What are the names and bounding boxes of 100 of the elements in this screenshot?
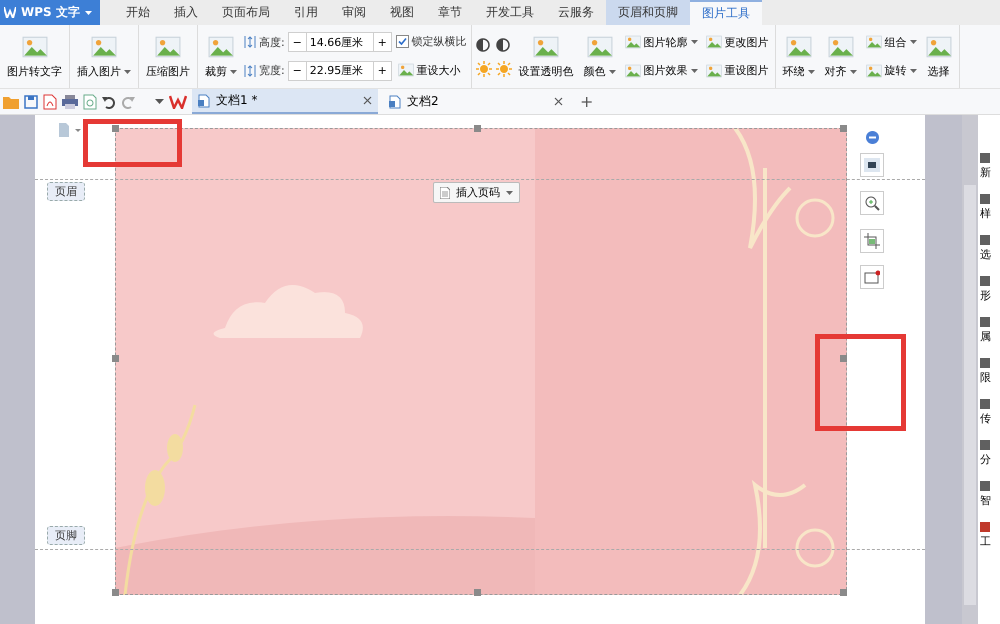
ribbon-button[interactable]: 旋转 [864,62,919,80]
side-panel-item[interactable]: 形 [978,276,1000,303]
resize-handle[interactable] [474,589,481,596]
sun-icon[interactable] [496,60,512,76]
side-panel-item[interactable]: 限 [978,358,1000,385]
document-icon [440,186,450,198]
ribbon-button[interactable]: 重设图片 [704,62,771,80]
print-icon[interactable] [62,94,78,108]
collapse-icon[interactable] [866,131,879,144]
image-icon [533,34,560,60]
ribbon-button[interactable]: 重设大小 [396,61,467,79]
ribbon-tab[interactable]: 开发工具 [474,0,546,25]
image-icon [706,34,722,50]
image-icon [624,34,641,50]
logo-icon[interactable] [169,94,187,108]
resize-handle[interactable] [474,125,481,132]
decrease-button[interactable]: − [288,60,307,81]
document-icon [198,94,210,108]
resize-handle[interactable] [112,355,119,362]
resize-handle[interactable] [840,355,847,362]
document-icon[interactable] [58,123,82,137]
folder-icon[interactable] [3,94,19,108]
close-icon[interactable] [554,97,563,106]
image-icon [22,34,48,60]
image-icon [91,34,117,60]
save-icon[interactable] [24,94,38,108]
contrast-icon[interactable] [496,36,512,52]
ribbon-button[interactable]: 裁剪 [202,28,240,85]
ribbon-tab[interactable]: 插入 [162,0,210,25]
ribbon-button[interactable]: 颜色 [580,28,619,85]
resize-icon [244,35,256,50]
sun-icon[interactable] [476,60,492,76]
ribbon-button[interactable]: 插入图片 [74,28,134,85]
footer-tag: 页脚 [47,526,85,545]
side-panel-item[interactable]: 新 [978,153,1000,180]
checkmark-icon [398,37,407,46]
new-tab-button[interactable]: + [574,91,600,112]
caret-icon [84,10,92,14]
image-icon [208,34,234,60]
caret-icon[interactable] [155,99,164,104]
ribbon-tab[interactable]: 引用 [282,0,330,25]
ribbon-tab[interactable]: 页眉和页脚 [606,0,690,25]
ribbon-button[interactable]: 压缩图片 [143,28,193,85]
ribbon-button[interactable]: 更改图片 [704,33,771,52]
crop-button[interactable] [860,229,884,253]
ribbon-button[interactable]: 对齐 [822,28,860,85]
app-menu-button[interactable]: WPS 文字 [0,0,100,25]
field-label: 高度: [259,34,285,50]
crop-icon [864,233,880,249]
ribbon-tab[interactable]: 审阅 [330,0,378,25]
resize-handle[interactable] [112,125,119,132]
increase-button[interactable]: + [372,60,392,81]
zoom-in-button[interactable] [860,191,884,215]
ribbon-tab[interactable]: 云服务 [546,0,606,25]
ribbon-tab[interactable]: 章节 [426,0,474,25]
side-panel-item[interactable]: 属 [978,317,1000,344]
zoom-in-icon [864,195,880,211]
ribbon-tab[interactable]: 开始 [114,0,162,25]
layout-icon [864,158,880,172]
image-icon [624,62,641,79]
ribbon-button[interactable]: 组合 [864,33,919,52]
side-panel-item[interactable]: 样 [978,194,1000,221]
resize-handle[interactable] [112,589,119,596]
resize-handle[interactable] [840,589,847,596]
contrast-icon[interactable] [476,36,492,52]
increase-button[interactable]: + [372,32,392,52]
preview-icon[interactable] [83,94,97,110]
side-panel-item[interactable]: 分 [978,440,1000,467]
ribbon-button[interactable]: 图片转文字 [4,28,65,85]
lock-ratio-checkbox[interactable]: 锁定纵横比 [396,34,467,49]
side-panel-item[interactable]: 智 [978,481,1000,508]
insert-page-number-button[interactable]: 插入页码 [433,182,520,203]
size-field[interactable]: 14.66厘米 [306,32,373,52]
decrease-button[interactable]: − [288,32,307,52]
ribbon-button[interactable]: 设置透明色 [516,28,577,85]
ribbon-tab[interactable]: 页面布局 [210,0,282,25]
side-panel-item[interactable]: 工 [978,522,1000,549]
redo-icon[interactable] [121,94,135,108]
document-tab[interactable]: 文档1 * [192,89,378,114]
document-tab[interactable]: 文档2 [383,89,569,114]
ribbon-tab[interactable]: 图片工具 [690,0,762,25]
ribbon-tab[interactable]: 视图 [378,0,426,25]
side-panel-item[interactable]: 选 [978,235,1000,262]
ribbon-button[interactable]: 选择 [922,28,955,85]
layout-options-button[interactable] [860,153,884,177]
ribbon-button[interactable]: 环绕 [780,28,818,85]
frame-button[interactable] [860,265,884,289]
document-icon [389,94,401,108]
side-panel-item[interactable]: 传 [978,399,1000,426]
pdf-icon[interactable] [43,94,57,110]
header-tag: 页眉 [47,182,85,201]
field-label: 宽度: [259,63,285,78]
close-icon[interactable] [363,96,372,105]
undo-icon[interactable] [102,94,116,108]
size-field[interactable]: 22.95厘米 [306,60,373,81]
ribbon-button[interactable]: 图片轮廓 [622,33,700,52]
scrollbar[interactable] [962,115,978,624]
resize-handle[interactable] [840,125,847,132]
caret-icon [506,190,513,194]
ribbon-button[interactable]: 图片效果 [622,62,700,80]
